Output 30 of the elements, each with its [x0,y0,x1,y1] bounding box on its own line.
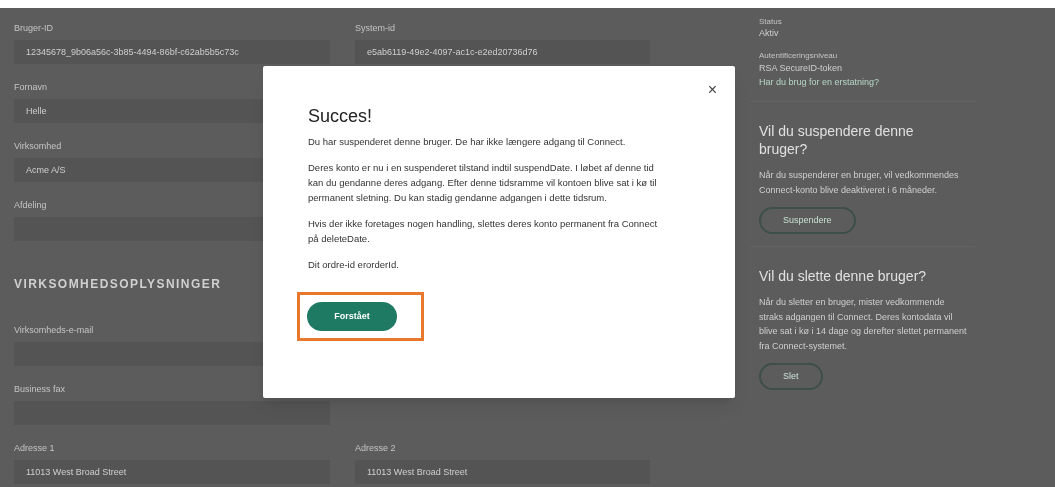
confirm-button[interactable]: Forstået [307,302,397,332]
field-label: Virksomheds-e-mail [14,323,94,336]
dialog-text: Du har suspenderet denne bruger. De har ikke længere adgang til Connect. [308,135,627,149]
field-label: System-id [355,22,395,34]
outline-button[interactable]: Slet [759,363,823,390]
section-heading: Vil du suspendere denne bruger? [759,122,915,158]
status-label: Status [759,17,782,27]
description-text: Når du sletter en bruger, mister vedkommende straks adgangen til Connect. Deres kontodata vil blive sat i kø i 14 dage og derefter slettet permanent fra Connect-systemet. [759,296,968,353]
outline-button[interactable]: Suspendere [759,207,856,234]
replacement-link[interactable]: Har du brug for en erstatning? [759,75,880,89]
input-field[interactable]: 11013 West Broad Street [14,459,330,484]
close-button[interactable]: × [707,82,717,98]
field-label: Afdeling [14,199,47,212]
section-heading: Vil du slette denne bruger? [759,267,928,285]
field-label: Bruger-ID [14,22,53,34]
input-field[interactable]: 12345678_9b06a56c-3b85-4494-86bf-c62ab5b5c73c [14,40,330,64]
field-label: Adresse 1 [14,441,55,454]
field-label: Adresse 2 [355,441,396,454]
field-label: Virksomhed [14,140,62,153]
field-label: Fornavn [14,81,48,94]
field-label: Business fax [14,382,66,395]
dialog-text: Hvis der ikke foretages nogen handling, slettes deres konto permanent fra Connect på deleteDate. [308,217,659,246]
auth-level-label: Autentificeringsniveau [759,51,838,61]
status-value: Aktiv [759,27,779,39]
description-text: Når du suspenderer en bruger, vil vedkommendes Connect-konto blive deaktiveret i 6 måneder. [759,169,960,197]
section-heading: VIRKSOMHEDSOPLYSNINGER [14,276,222,294]
input-field[interactable]: 11013 West Broad Street [355,459,650,484]
auth-level-value: RSA SecureID-token [759,62,843,75]
input-field[interactable]: e5ab6119-49e2-4097-ac1c-e2ed20736d76 [355,40,650,64]
dialog-text: Dit ordre-id erorderId. [308,258,400,272]
